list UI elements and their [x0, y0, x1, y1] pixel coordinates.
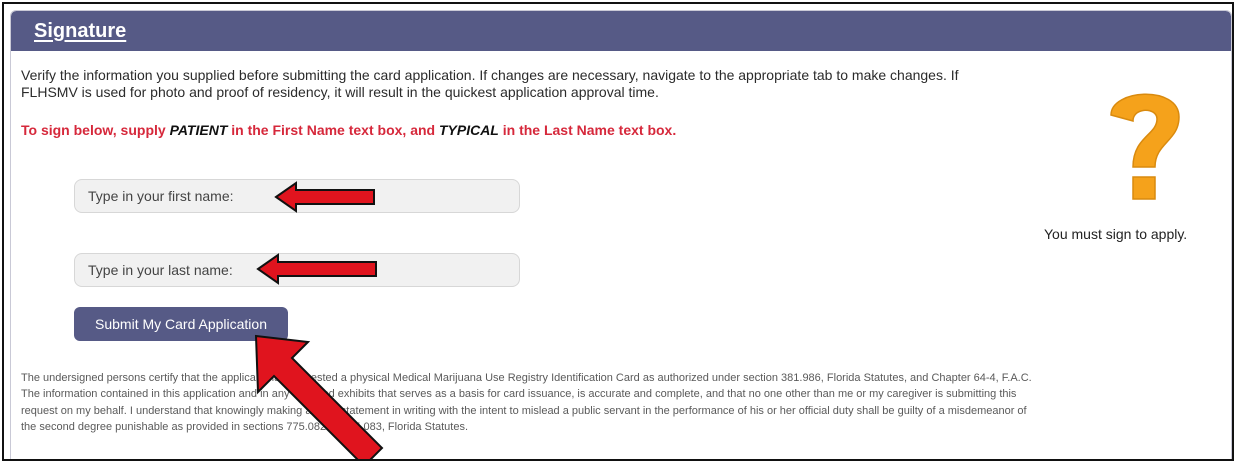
question-mark-icon: [1110, 93, 1180, 200]
page-title: Signature: [34, 19, 127, 42]
screenshot-frame: Signature Verify the information you sup…: [2, 2, 1234, 461]
annotation-arrow-icon: [256, 253, 377, 285]
panel-header: Signature: [11, 11, 1231, 51]
intro-text: Verify the information you supplied befo…: [21, 67, 959, 100]
annotation-arrow-icon: [254, 334, 384, 459]
instruction-part-2: in the First Name text box, and: [227, 122, 439, 138]
first-name-keyword: PATIENT: [169, 122, 228, 138]
instruction-part-1: To sign below, supply: [21, 122, 170, 138]
legal-certification-text: The undersigned persons certify that the…: [21, 372, 1032, 434]
last-name-keyword: TYPICAL: [438, 122, 499, 138]
help-text: You must sign to apply.: [1044, 226, 1188, 242]
sign-instruction: To sign below, supply PATIENT in the Fir…: [21, 122, 676, 138]
instruction-part-3: in the Last Name text box.: [498, 122, 677, 138]
signature-panel: Signature Verify the information you sup…: [10, 10, 1232, 459]
annotation-arrow-icon: [274, 181, 375, 213]
